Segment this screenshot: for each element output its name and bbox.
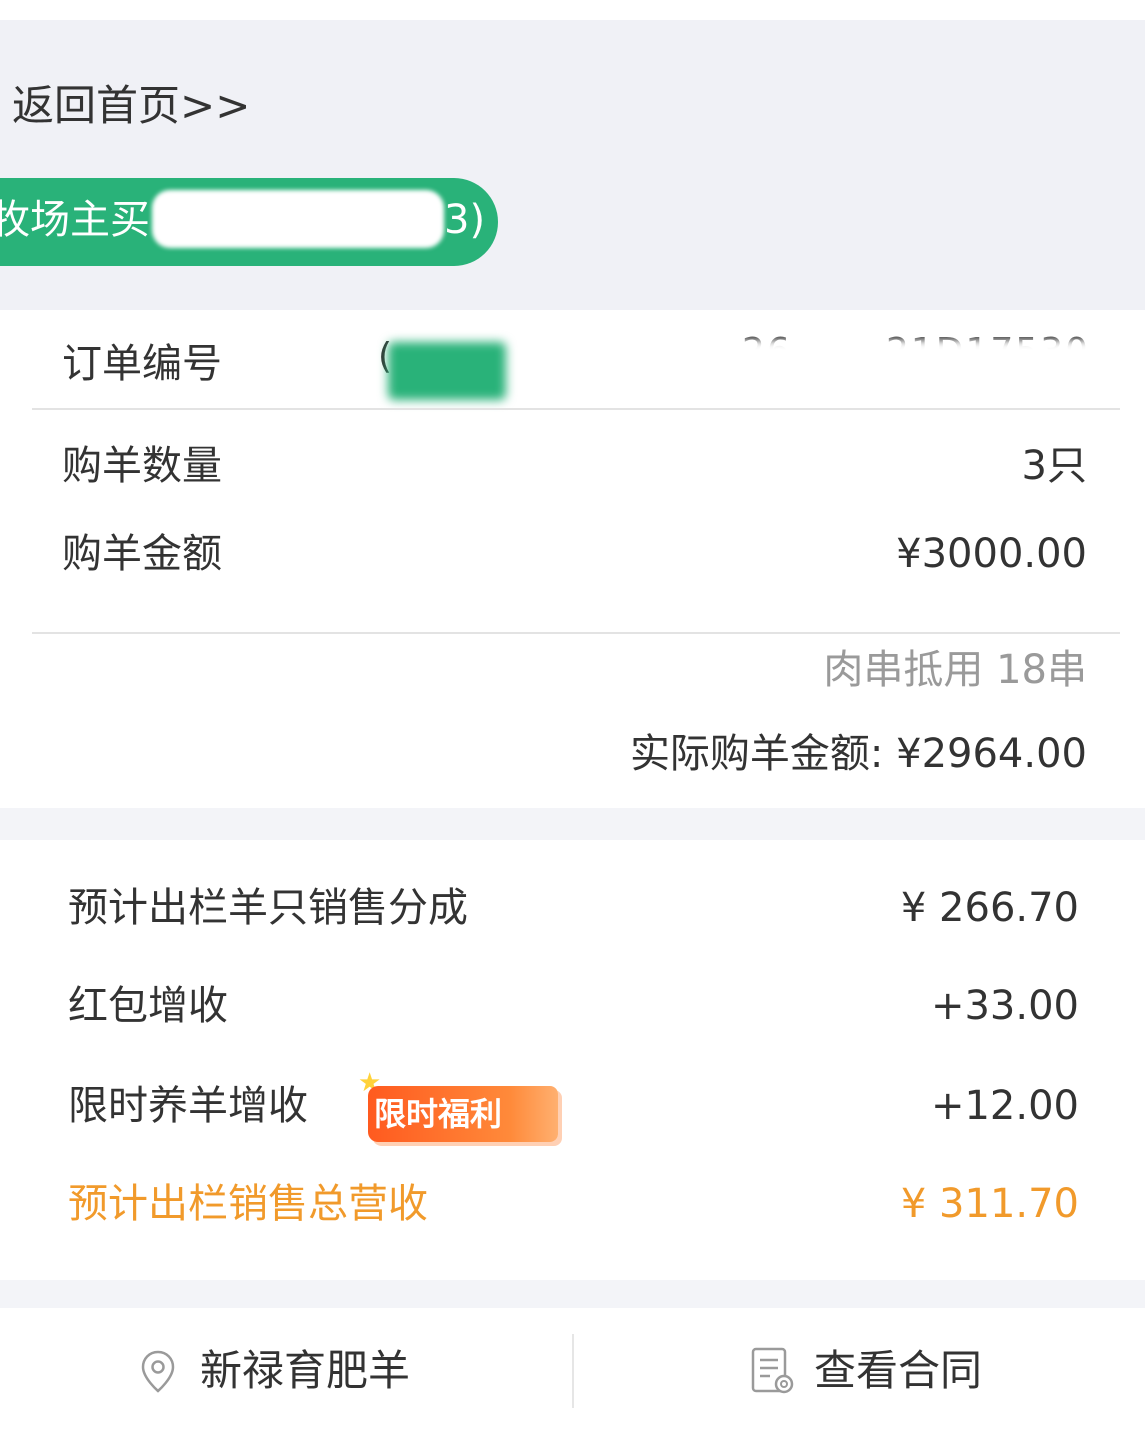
location-button[interactable]: 新禄育肥羊 [0,1308,572,1437]
red-packet-label: 红包增收 [68,983,228,1029]
back-home-link[interactable]: 返回首页>> [12,78,250,134]
divider [32,408,1120,410]
limited-time-label: 限时养羊增收 [68,1083,308,1129]
redacted-region [152,190,444,248]
top-strip [0,0,1145,20]
sales-share-value: ¥ 266.70 [900,885,1079,931]
divider [32,632,1120,634]
contract-document-icon [751,1347,794,1394]
total-revenue-label: 预计出栏销售总营收 [68,1181,428,1227]
red-packet-value: +33.00 [930,983,1079,1029]
location-label: 新禄育肥羊 [200,1346,411,1395]
ranch-tag-suffix: 3) [444,197,486,243]
quantity-value: 3只 [1021,443,1087,489]
total-revenue-value: ¥ 311.70 [900,1181,1079,1227]
view-contract-button[interactable]: 查看合同 [574,1308,1145,1437]
ranch-tag-label: 牧场主买 [0,197,150,243]
quantity-label: 购羊数量 [62,443,222,489]
sales-share-label: 预计出栏羊只销售分成 [68,885,468,931]
redacted-region [388,342,506,400]
location-pin-icon [141,1350,175,1393]
order-summary-card: 订单编号 ( ...26... ...21D17530 购羊数量 3只 购羊金额… [0,310,1145,808]
ranch-owner-tag: 牧场主买 3) [0,178,498,266]
limited-time-badge: 限时福利 [368,1086,558,1142]
order-number-label: 订单编号 [62,341,222,387]
actual-amount: 实际购羊金额: ¥2964.00 [629,731,1087,777]
contract-label: 查看合同 [814,1346,983,1395]
redacted-region [500,340,1145,404]
amount-value: ¥3000.00 [896,531,1087,577]
bottom-bar: 新禄育肥羊 查看合同 [0,1308,1145,1437]
skewer-deduction: 肉串抵用 18串 [823,647,1087,693]
limited-time-value: +12.00 [930,1083,1079,1129]
amount-label: 购羊金额 [62,531,222,577]
badge-label: 限时福利 [374,1095,503,1133]
revenue-card: 预计出栏羊只销售分成 ¥ 266.70 红包增收 +33.00 限时养羊增收 ★… [0,840,1145,1280]
header: 返回首页>> [0,20,1145,310]
